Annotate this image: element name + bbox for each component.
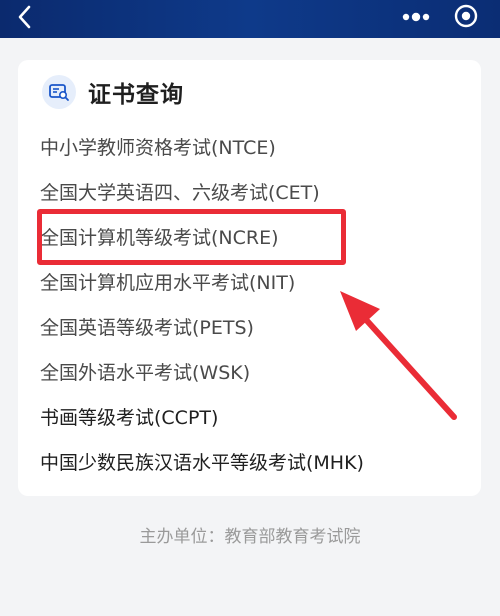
footer-organizer: 主办单位：教育部教育考试院 (139, 527, 361, 547)
exam-list: 中小学教师资格考试(NTCE) 全国大学英语四、六级考试(CET) 全国计算机等… (18, 126, 481, 486)
exam-item-mhk[interactable]: 中国少数民族汉语水平等级考试(MHK) (18, 441, 481, 486)
certificate-query-card: 证书查询 中小学教师资格考试(NTCE) 全国大学英语四、六级考试(CET) 全… (18, 60, 481, 496)
top-navigation-bar (0, 0, 500, 38)
more-dots-icon[interactable] (398, 6, 434, 28)
exam-item-pets[interactable]: 全国英语等级考试(PETS) (18, 306, 481, 351)
card-header: 证书查询 (42, 72, 184, 112)
exam-item-ccpt[interactable]: 书画等级考试(CCPT) (18, 396, 481, 441)
exam-item-cet[interactable]: 全国大学英语四、六级考试(CET) (18, 171, 481, 216)
card-title: 证书查询 (88, 82, 184, 108)
target-circle-icon[interactable] (452, 2, 480, 30)
exam-item-ncre[interactable]: 全国计算机等级考试(NCRE) (18, 216, 481, 261)
exam-item-nit[interactable]: 全国计算机应用水平考试(NIT) (18, 261, 481, 306)
exam-item-ntce[interactable]: 中小学教师资格考试(NTCE) (18, 126, 481, 171)
chevron-left-icon[interactable] (12, 4, 38, 30)
exam-item-wsk[interactable]: 全国外语水平考试(WSK) (18, 351, 481, 396)
certificate-search-icon (42, 75, 76, 109)
